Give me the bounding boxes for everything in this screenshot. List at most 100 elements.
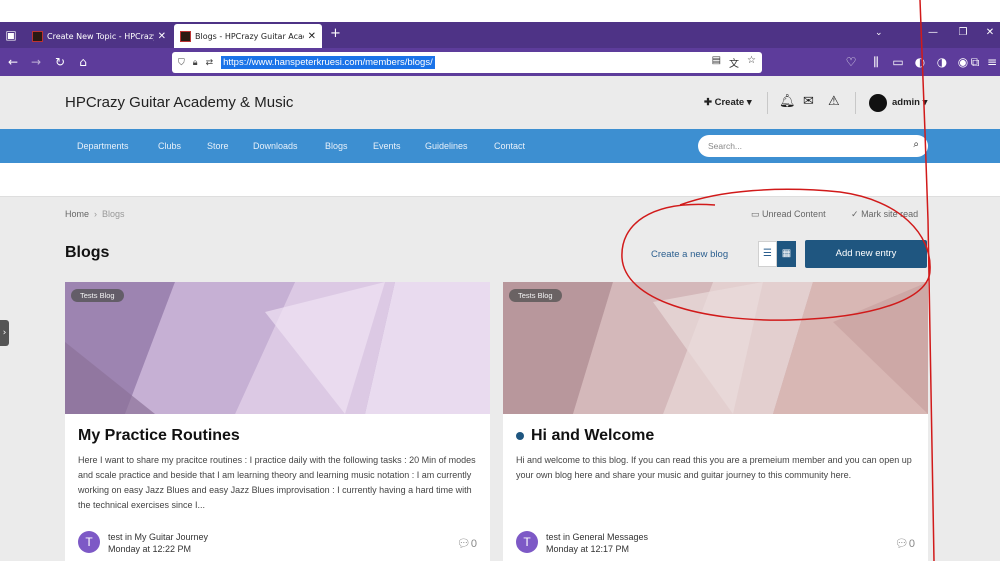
search-icon[interactable]: ⌕ — [913, 139, 919, 150]
top-strip — [0, 0, 1000, 22]
close-icon[interactable]: ✕ — [158, 31, 166, 42]
unread-indicator-icon — [516, 431, 524, 440]
unread-content-link[interactable]: ▭ Unread Content — [751, 209, 826, 220]
create-menu-button[interactable]: ✚ Create ▾ — [704, 97, 752, 108]
breadcrumb-home[interactable]: Home — [65, 209, 89, 219]
nav-item-store[interactable]: Store — [207, 141, 229, 151]
sidebar-icon[interactable]: ▭ — [890, 54, 906, 70]
menu-icon[interactable]: ≡ — [984, 54, 1000, 70]
entry-title-wrap[interactable]: Hi and Welcome — [516, 427, 654, 445]
site-favicon-icon — [32, 30, 43, 42]
create-label: Create — [714, 97, 745, 108]
page-title: Blogs — [65, 244, 110, 261]
url-text[interactable]: https://www.hanspeterkruesi.com/members/… — [221, 56, 435, 69]
unread-content-label: Unread Content — [762, 209, 826, 219]
reader-view-icon[interactable]: ▤ — [712, 55, 721, 70]
create-blog-link[interactable]: Create a new blog — [651, 249, 728, 260]
comment-icon: 💬︎ — [894, 538, 909, 550]
envelope-icon[interactable]: ✉ — [803, 94, 814, 109]
nav-item-downloads[interactable]: Downloads — [253, 141, 298, 151]
browser-nav-bar: ← → ↻ ⌂ ⛉ 🔒︎ ⇄ https://www.hanspeterkrue… — [0, 48, 1000, 76]
chevron-down-icon[interactable]: ⌄ — [875, 28, 883, 38]
checkmark-icon: ✓ — [851, 209, 859, 219]
reload-icon[interactable]: ↻ — [52, 54, 68, 70]
comment-count-value: 0 — [908, 538, 915, 550]
avatar[interactable] — [869, 94, 887, 112]
comment-count[interactable]: 💬︎0 — [895, 537, 915, 550]
blog-entry-card[interactable]: Tests Blog My Practice Routines Here I w… — [65, 282, 490, 561]
tab-title: Create New Topic - HPCrazy Gu — [47, 31, 154, 41]
entry-title[interactable]: Hi and Welcome — [531, 427, 654, 444]
tab-title: Blogs - HPCrazy Guitar Academ — [195, 31, 304, 41]
mark-site-read-label: Mark site read — [861, 209, 919, 219]
divider — [767, 92, 768, 114]
comment-count-value: 0 — [470, 538, 477, 550]
nav-item-blogs[interactable]: Blogs — [325, 141, 348, 151]
extension-icon[interactable]: ◐ — [912, 54, 928, 70]
mark-site-read-link[interactable]: ✓ Mark site read — [851, 209, 929, 220]
nav-item-guidelines[interactable]: Guidelines — [425, 141, 468, 151]
pocket-icon[interactable]: ♡ — [843, 54, 859, 70]
avatar[interactable]: T — [78, 531, 100, 553]
extension-icon[interactable]: ◑ — [934, 54, 950, 70]
divider — [855, 92, 856, 114]
permissions-icon[interactable]: ⇄ — [206, 58, 214, 68]
entry-date: Monday at 12:17 PM — [546, 544, 630, 554]
site-title[interactable]: HPCrazy Guitar Academy & Music — [65, 94, 293, 111]
lock-icon[interactable]: 🔒︎ — [193, 58, 198, 68]
tab-overview-icon[interactable]: ▣ — [3, 27, 19, 43]
search-input[interactable]: Search... ⌕ — [698, 135, 928, 157]
restore-icon[interactable]: ❐ — [953, 27, 973, 38]
user-name: admin — [892, 97, 920, 108]
site-header: HPCrazy Guitar Academy & Music ✚ Create … — [0, 76, 1000, 129]
warning-icon[interactable]: ⚠ — [828, 94, 840, 109]
translate-icon[interactable]: 文 — [729, 55, 739, 70]
nav-item-events[interactable]: Events — [373, 141, 401, 151]
back-icon[interactable]: ← — [5, 54, 21, 70]
comment-icon: 💬︎ — [456, 538, 471, 550]
browser-tab-blogs[interactable]: Blogs - HPCrazy Guitar Academ ✕ — [174, 24, 322, 48]
sidebar-toggle-icon[interactable]: › — [0, 320, 9, 346]
list-view-icon[interactable]: ☰ — [758, 241, 777, 267]
entry-title[interactable]: My Practice Routines — [78, 427, 240, 445]
breadcrumb: Home › Blogs — [65, 209, 125, 219]
close-icon[interactable]: ✕ — [308, 31, 316, 42]
blog-cover-image[interactable]: Tests Blog — [65, 282, 490, 414]
nav-item-clubs[interactable]: Clubs — [158, 141, 181, 151]
sub-navigation-band — [0, 163, 1000, 197]
plus-icon[interactable]: + — [330, 26, 341, 41]
grid-view-icon[interactable]: ▦ — [777, 241, 796, 267]
search-placeholder: Search... — [708, 141, 743, 151]
entry-author[interactable]: test in General Messages — [546, 532, 648, 542]
main-navigation: Departments Clubs Store Downloads Blogs … — [0, 129, 1000, 163]
nav-item-contact[interactable]: Contact — [494, 141, 525, 151]
nav-item-departments[interactable]: Departments — [77, 141, 129, 151]
bell-icon[interactable]: 🔔︎ — [779, 94, 796, 109]
entry-author[interactable]: test in My Guitar Journey — [108, 532, 208, 542]
unread-icon: ▭ — [751, 209, 760, 219]
shield-icon[interactable]: ⛉ — [178, 58, 185, 68]
home-icon[interactable]: ⌂ — [75, 54, 91, 70]
entry-date: Monday at 12:22 PM — [108, 544, 192, 554]
browser-tab-create-topic[interactable]: Create New Topic - HPCrazy Gu ✕ — [26, 24, 172, 48]
browser-tab-bar: ▣ Create New Topic - HPCrazy Gu ✕ Blogs … — [0, 22, 1000, 48]
blog-entry-card[interactable]: Tests Blog Hi and Welcome Hi and welcome… — [503, 282, 928, 561]
category-badge[interactable]: Tests Blog — [509, 289, 562, 302]
forward-icon[interactable]: → — [28, 54, 44, 70]
avatar[interactable]: T — [516, 531, 538, 553]
bookmark-star-icon[interactable]: ☆ — [747, 55, 756, 70]
close-window-icon[interactable]: ✕ — [980, 27, 1000, 38]
minimize-icon[interactable]: — — [923, 27, 943, 38]
comment-count[interactable]: 💬︎0 — [457, 537, 477, 550]
entry-excerpt: Here I want to share my pracitce routine… — [78, 455, 476, 510]
category-badge[interactable]: Tests Blog — [71, 289, 124, 302]
blog-cover-image[interactable]: Tests Blog — [503, 282, 928, 414]
site-favicon-icon — [180, 30, 191, 42]
entry-excerpt: Hi and welcome to this blog. If you can … — [516, 455, 912, 480]
add-entry-button[interactable]: Add new entry — [805, 240, 927, 268]
library-icon[interactable]: ⫼ — [868, 54, 884, 70]
address-bar[interactable]: ⛉ 🔒︎ ⇄ https://www.hanspeterkruesi.com/m… — [172, 52, 762, 73]
extensions-puzzle-icon[interactable]: ⧉ — [967, 54, 983, 70]
breadcrumb-current: Blogs — [102, 209, 125, 219]
user-menu-button[interactable]: admin ▾ — [892, 97, 927, 108]
